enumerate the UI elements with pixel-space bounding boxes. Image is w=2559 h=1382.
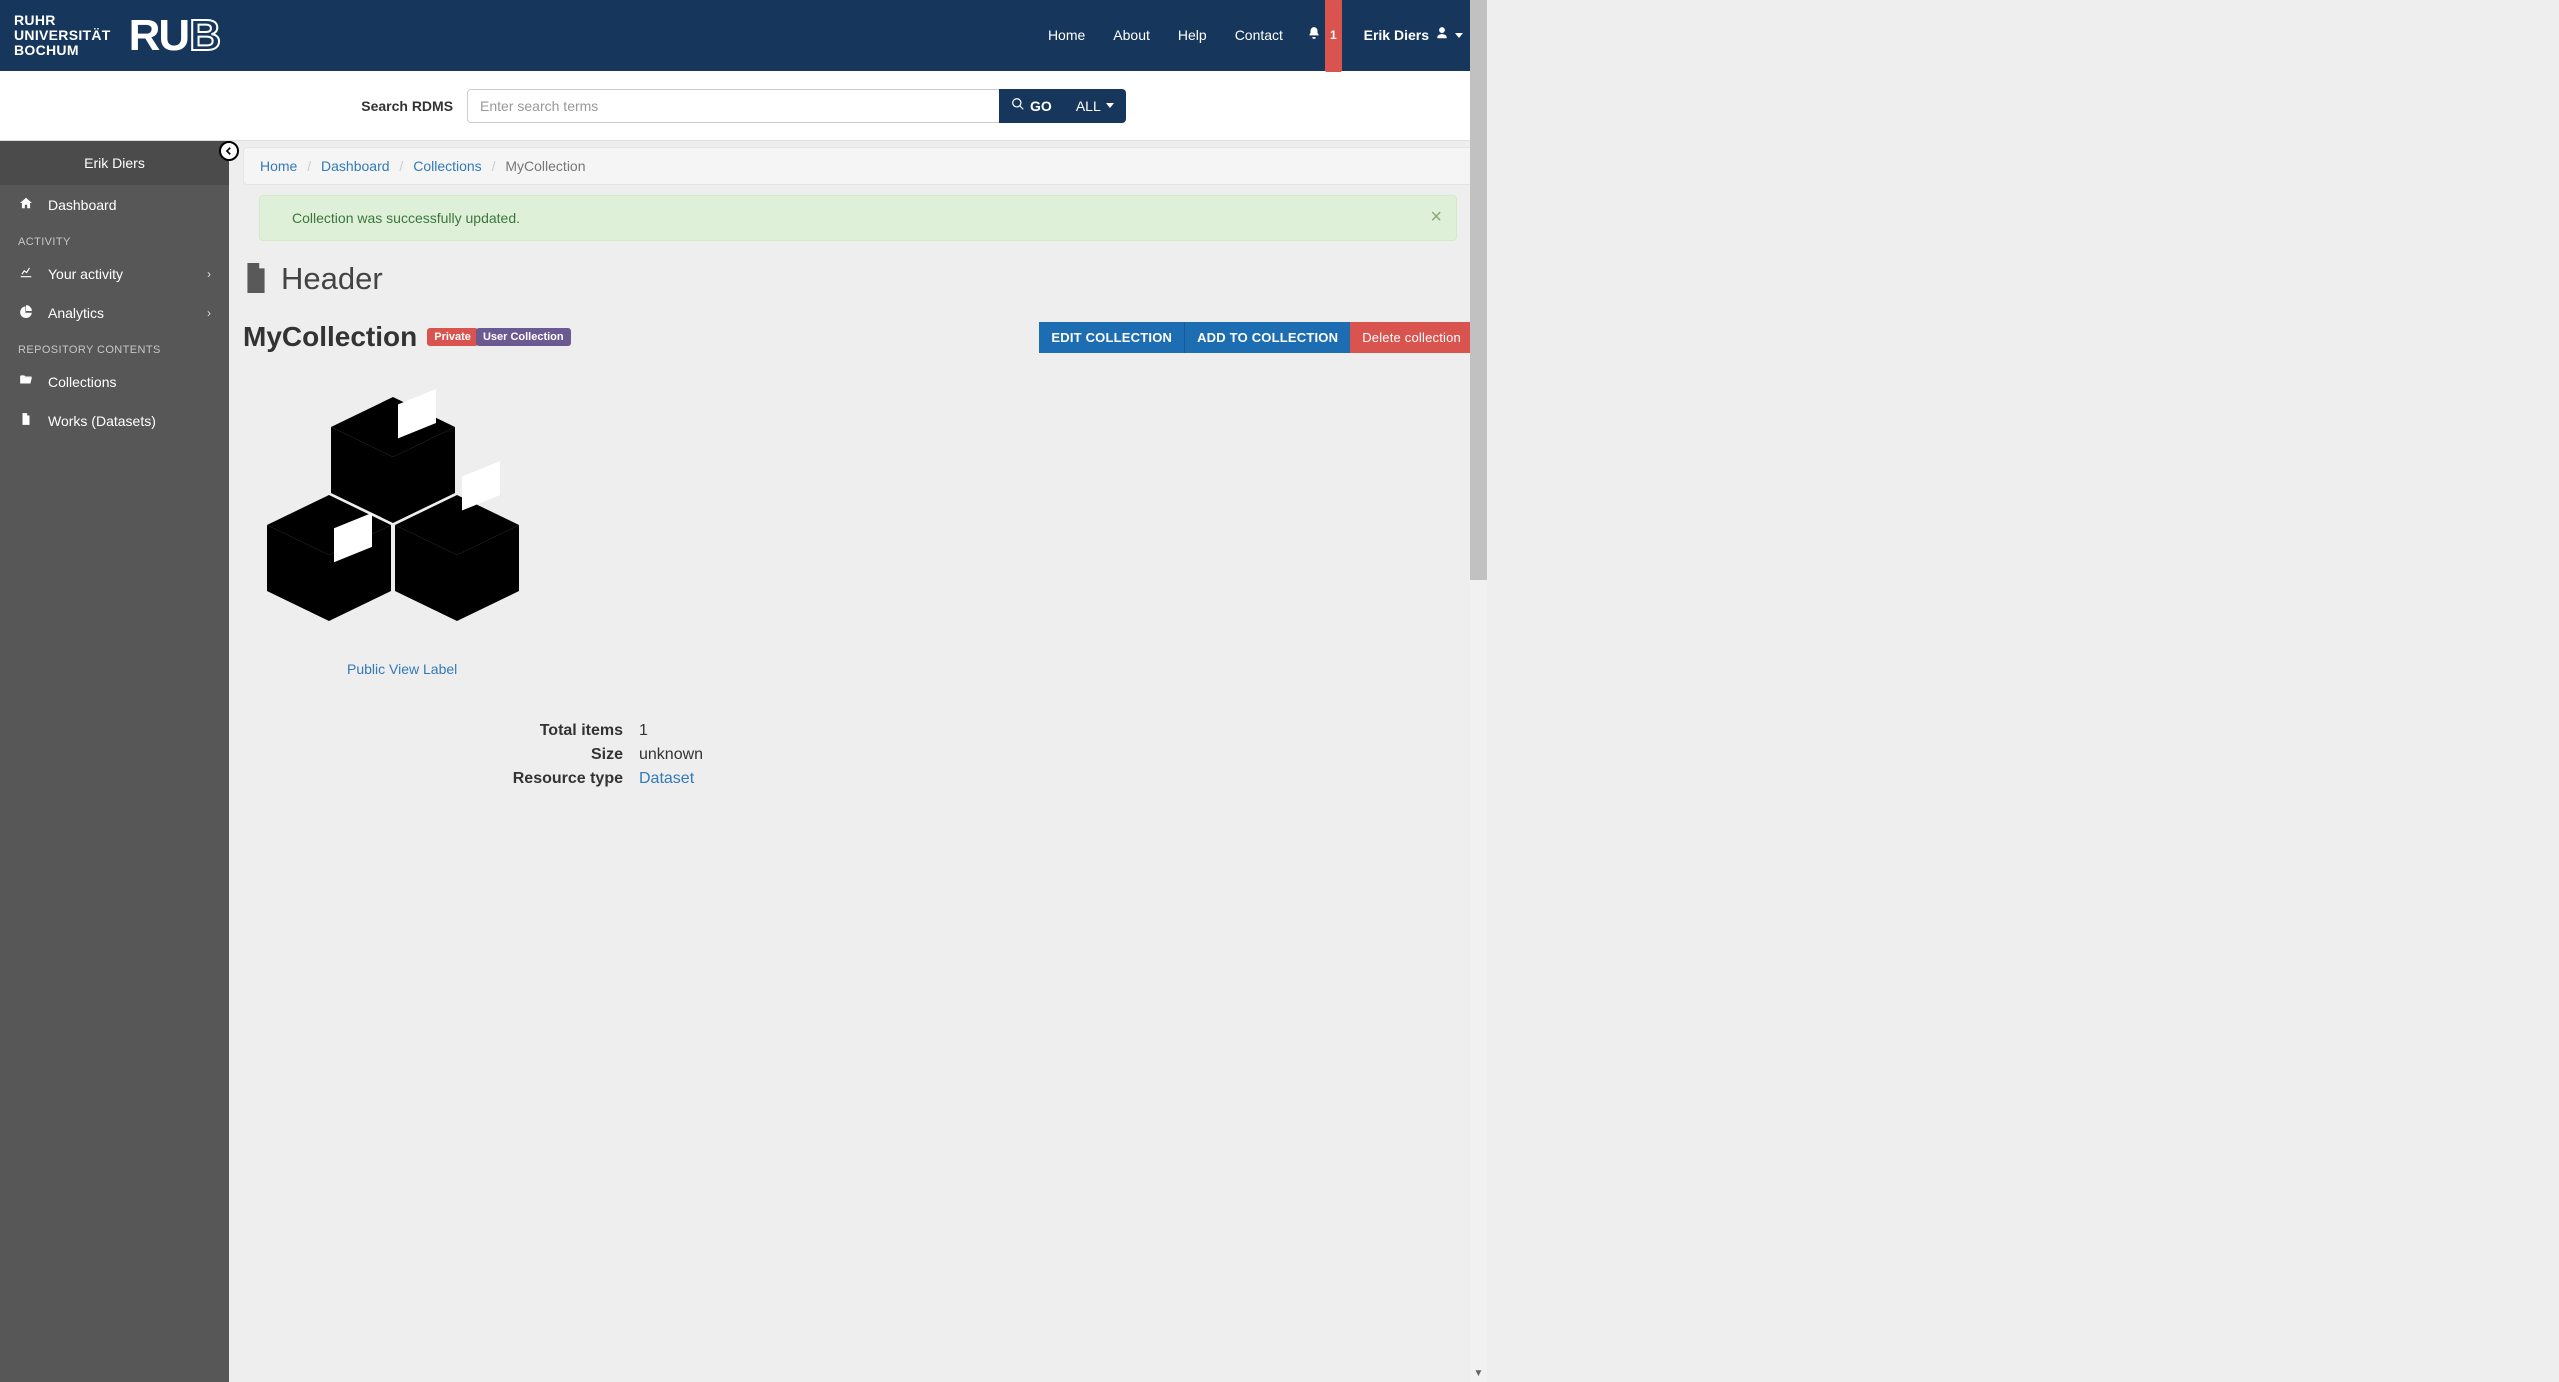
sidebar-item-collections[interactable]: Collections <box>0 362 229 401</box>
chevron-right-icon: › <box>207 306 211 320</box>
search-input[interactable] <box>467 89 1009 123</box>
meta-table: Total items 1 Size unknown Resource type… <box>243 719 1473 791</box>
search-scope-label: ALL <box>1076 98 1101 114</box>
action-buttons: EDIT COLLECTION ADD TO COLLECTION Delete… <box>1039 322 1473 353</box>
chevron-right-icon: › <box>207 267 211 281</box>
sidebar-item-label: Your activity <box>48 266 123 282</box>
search-icon <box>1011 97 1025 114</box>
rub-logo-ru: RU <box>129 11 189 60</box>
sidebar-owner: Erik Diers <box>0 141 229 185</box>
breadcrumb-sep: / <box>301 158 317 174</box>
badge-private: Private <box>427 328 478 346</box>
search-label: Search RDMS <box>361 98 453 114</box>
sidebar-item-label: Works (Datasets) <box>48 413 156 429</box>
folder-open-icon <box>18 373 34 390</box>
sidebar-item-analytics[interactable]: Analytics › <box>0 293 229 332</box>
rub-logo-b: B <box>188 11 219 60</box>
brand-line2: UNIVERSITÄT <box>14 28 111 43</box>
breadcrumb: Home / Dashboard / Collections / MyColle… <box>243 147 1473 185</box>
meta-label: Resource type <box>243 770 639 788</box>
caret-down-icon <box>1455 33 1463 38</box>
collection-title-row: MyCollection Private User Collection EDI… <box>243 321 1473 353</box>
navbar-right: Home About Help Contact 1 Erik Diers <box>1034 0 1475 71</box>
breadcrumb-home[interactable]: Home <box>260 158 297 174</box>
collection-title: MyCollection <box>243 321 417 353</box>
bell-icon <box>1307 0 1321 71</box>
cubes-icon <box>243 375 543 635</box>
sidebar-section-activity: ACTIVITY <box>0 224 229 254</box>
breadcrumb-collections[interactable]: Collections <box>413 158 481 174</box>
breadcrumb-current: MyCollection <box>505 158 585 174</box>
top-navbar: RUHR UNIVERSITÄT BOCHUM RUB Home About H… <box>0 0 1487 71</box>
delete-collection-button[interactable]: Delete collection <box>1350 322 1473 353</box>
user-menu[interactable]: Erik Diers <box>1352 0 1475 71</box>
meta-label: Size <box>243 746 639 764</box>
user-name: Erik Diers <box>1364 0 1429 71</box>
meta-row-total-items: Total items 1 <box>243 719 1473 743</box>
pie-chart-icon <box>18 304 34 321</box>
notification-count-badge: 1 <box>1325 0 1342 72</box>
meta-label: Total items <box>243 722 639 740</box>
notifications-button[interactable]: 1 <box>1297 0 1352 72</box>
breadcrumb-sep: / <box>486 158 502 174</box>
scrollbar-track[interactable]: ▲ ▼ <box>1470 0 1487 1382</box>
add-to-collection-button[interactable]: ADD TO COLLECTION <box>1184 322 1350 353</box>
alert-close-button[interactable]: × <box>1430 206 1442 229</box>
page-header: Header <box>243 261 1473 303</box>
meta-row-size: Size unknown <box>243 743 1473 767</box>
sidebar-item-label: Dashboard <box>48 197 117 213</box>
rub-logo: RUB <box>129 14 219 58</box>
caret-down-icon <box>1106 103 1114 108</box>
sidebar-item-label: Analytics <box>48 305 104 321</box>
search-go-button[interactable]: GO <box>999 89 1064 123</box>
main-content: Home / Dashboard / Collections / MyColle… <box>229 141 1487 1382</box>
search-scope-button[interactable]: ALL <box>1064 89 1126 123</box>
public-view-link[interactable]: Public View Label <box>347 661 1473 677</box>
nav-about[interactable]: About <box>1099 0 1164 71</box>
sidebar-section-repo: REPOSITORY CONTENTS <box>0 332 229 362</box>
alert-message: Collection was successfully updated. <box>292 210 520 226</box>
scroll-down-arrow-icon[interactable]: ▼ <box>1470 1365 1487 1382</box>
badge-user-collection: User Collection <box>476 328 571 346</box>
nav-help[interactable]: Help <box>1164 0 1221 71</box>
alert-success: Collection was successfully updated. × <box>259 195 1457 241</box>
nav-home[interactable]: Home <box>1034 0 1099 71</box>
meta-row-resource-type: Resource type Dataset <box>243 767 1473 791</box>
user-icon <box>1435 0 1449 71</box>
file-icon <box>243 263 269 296</box>
meta-value: unknown <box>639 746 703 764</box>
home-icon <box>18 196 34 213</box>
breadcrumb-dashboard[interactable]: Dashboard <box>321 158 390 174</box>
scrollbar-thumb[interactable] <box>1470 0 1487 580</box>
sidebar-item-label: Collections <box>48 374 116 390</box>
sidebar-collapse-button[interactable] <box>219 141 239 161</box>
meta-value-link[interactable]: Dataset <box>639 770 694 787</box>
brand-link[interactable]: RUHR UNIVERSITÄT BOCHUM RUB <box>14 0 219 71</box>
search-go-label: GO <box>1030 98 1052 114</box>
search-bar: Search RDMS GO ALL <box>0 71 1487 141</box>
file-icon <box>18 412 34 429</box>
collection-thumbnail: Public View Label <box>243 375 1473 677</box>
sidebar-item-dashboard[interactable]: Dashboard <box>0 185 229 224</box>
breadcrumb-sep: / <box>393 158 409 174</box>
brand-text: RUHR UNIVERSITÄT BOCHUM <box>14 13 111 57</box>
chart-line-icon <box>18 265 34 282</box>
meta-value: 1 <box>639 722 648 740</box>
brand-line3: BOCHUM <box>14 43 111 58</box>
sidebar-item-your-activity[interactable]: Your activity › <box>0 254 229 293</box>
nav-contact[interactable]: Contact <box>1221 0 1297 71</box>
sidebar: Erik Diers Dashboard ACTIVITY Your activ… <box>0 141 229 1382</box>
page-title: Header <box>281 261 383 297</box>
edit-collection-button[interactable]: EDIT COLLECTION <box>1039 322 1184 353</box>
sidebar-item-works[interactable]: Works (Datasets) <box>0 401 229 440</box>
brand-line1: RUHR <box>14 13 111 28</box>
